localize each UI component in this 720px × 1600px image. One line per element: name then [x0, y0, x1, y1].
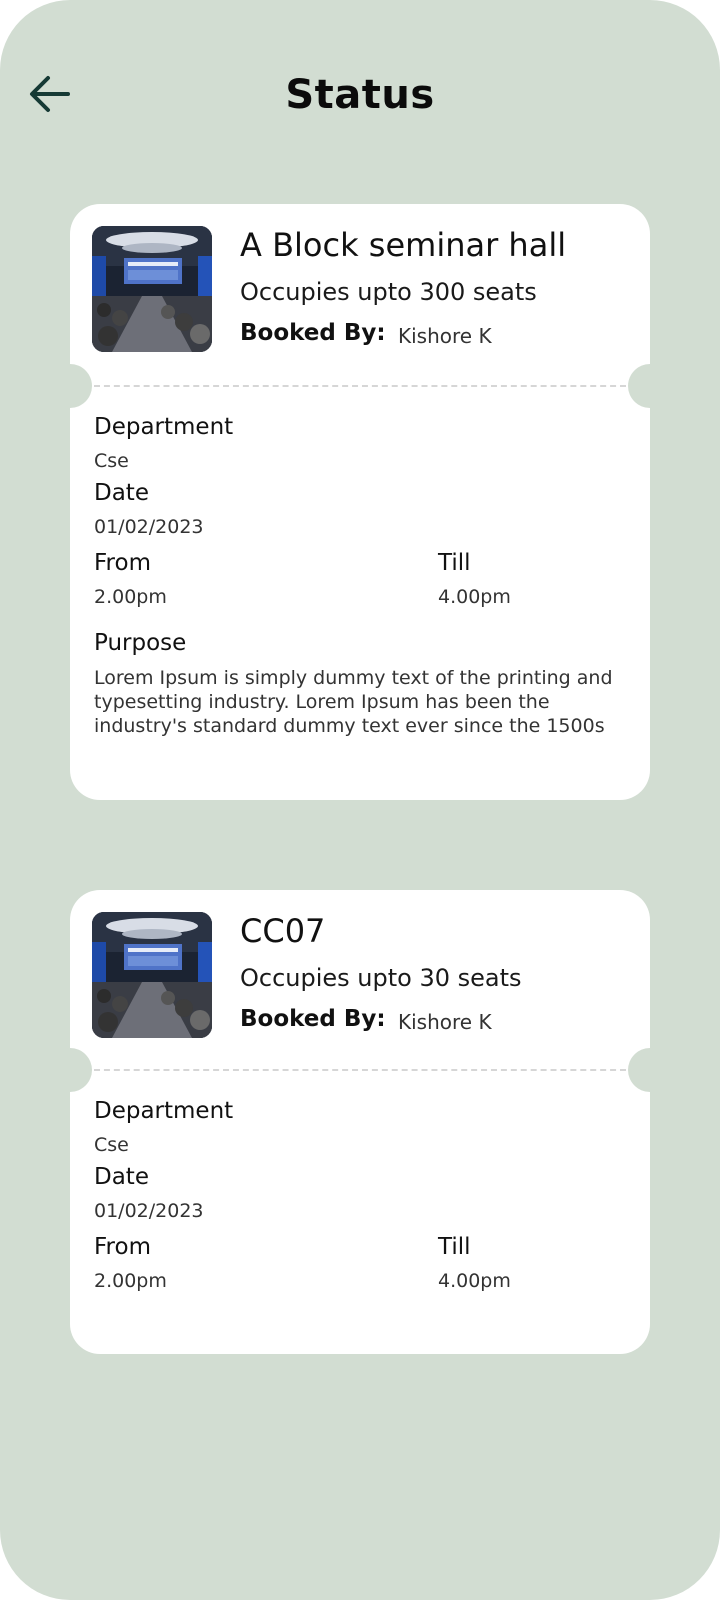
page-title: Status [285, 72, 435, 118]
ticket-notch [628, 364, 672, 408]
venue-thumbnail [92, 912, 212, 1038]
ticket-notch [628, 1048, 672, 1092]
from-value: 2.00pm [94, 1270, 167, 1292]
purpose-text: Lorem Ipsum is simply dummy text of the … [94, 667, 613, 737]
date-label: Date [94, 1164, 149, 1190]
department-value: Cse [94, 450, 129, 472]
till-label: Till [438, 1234, 471, 1260]
till-label: Till [438, 550, 471, 576]
status-screen: Status A Block seminar hall Occupies upt… [0, 0, 720, 1600]
department-value: Cse [94, 1134, 129, 1156]
booked-by-value: Kishore K [398, 324, 492, 348]
booking-card[interactable]: A Block seminar hall Occupies upto 300 s… [48, 204, 672, 800]
booked-by-label: Booked By: [240, 320, 386, 346]
from-label: From [94, 1234, 151, 1260]
till-value: 4.00pm [438, 586, 511, 608]
venue-thumbnail [92, 226, 212, 352]
booked-by-label: Booked By: [240, 1006, 386, 1032]
from-label: From [94, 550, 151, 576]
date-value: 01/02/2023 [94, 516, 204, 538]
ticket-divider [94, 385, 626, 387]
venue-title: CC07 [240, 912, 326, 950]
booked-by-value: Kishore K [398, 1010, 492, 1034]
seat-capacity: Occupies upto 30 seats [240, 964, 522, 992]
date-value: 01/02/2023 [94, 1200, 204, 1222]
date-label: Date [94, 480, 149, 506]
ticket-notch [48, 364, 92, 408]
till-value: 4.00pm [438, 1270, 511, 1292]
from-value: 2.00pm [94, 586, 167, 608]
purpose-label: Purpose [94, 630, 187, 656]
department-label: Department [94, 1098, 234, 1124]
seat-capacity: Occupies upto 300 seats [240, 278, 537, 306]
department-label: Department [94, 414, 234, 440]
ticket-divider [94, 1069, 626, 1071]
booking-card[interactable]: CC07 Occupies upto 30 seats Booked By: K… [48, 890, 672, 1354]
venue-title: A Block seminar hall [240, 226, 567, 264]
ticket-notch [48, 1048, 92, 1092]
